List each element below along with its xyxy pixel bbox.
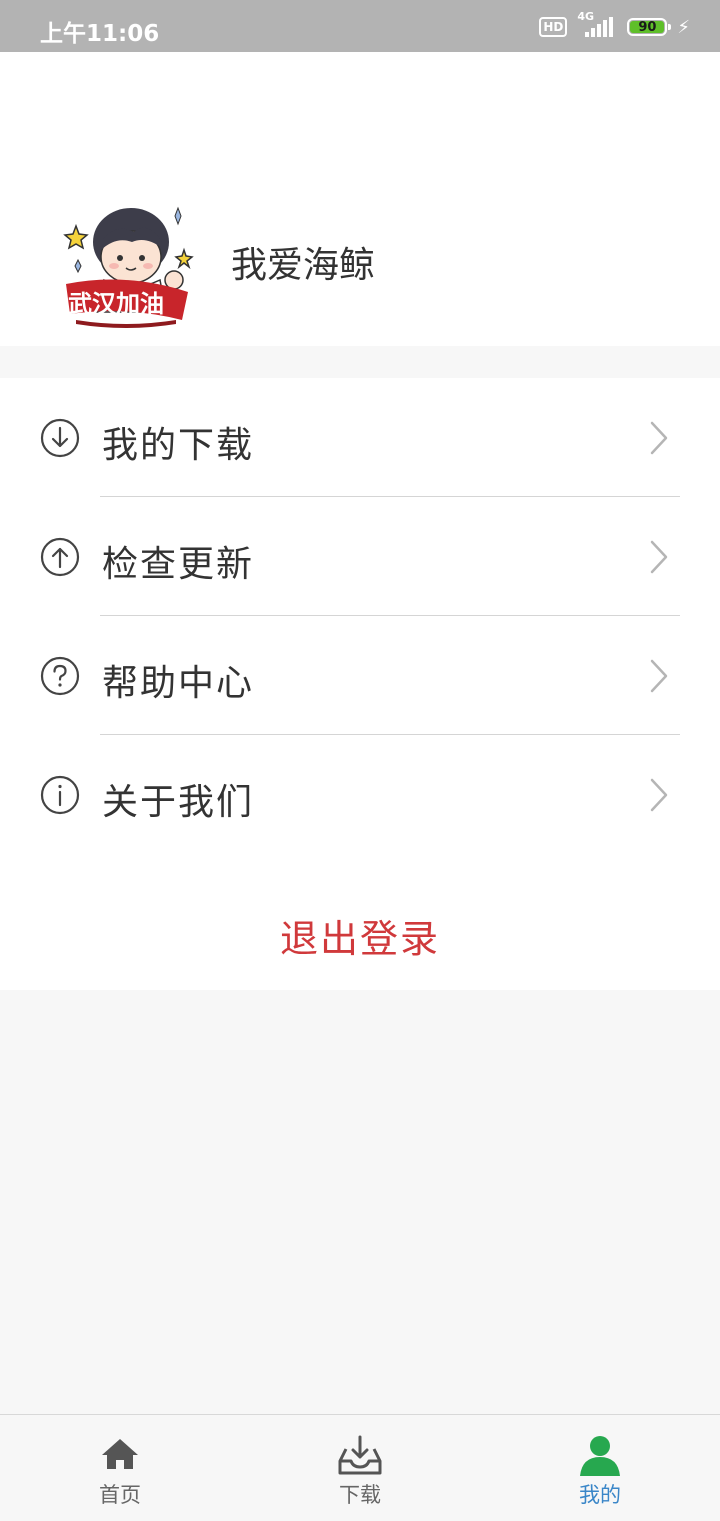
tab-label: 下载: [339, 1483, 381, 1507]
tab-download[interactable]: 下载: [240, 1415, 480, 1521]
avatar-caption: 武汉加油: [68, 290, 164, 318]
bottom-tab-bar: 首页 下载 我的: [0, 1414, 720, 1521]
tab-home[interactable]: 首页: [0, 1415, 240, 1521]
battery-icon: 90: [627, 18, 672, 36]
chevron-right-icon: [650, 421, 668, 455]
avatar[interactable]: 武汉加油: [56, 202, 196, 332]
charging-icon: ⚡: [677, 16, 690, 38]
settings-menu: 我的下载 检查更新 帮助中心 关于我们 退出登录: [0, 378, 720, 990]
download-circle-icon: [40, 418, 80, 458]
username: 我爱海鲸: [231, 245, 376, 286]
menu-item-about-us[interactable]: 关于我们: [0, 735, 720, 854]
upload-circle-icon: [40, 537, 80, 577]
tab-label: 首页: [99, 1483, 141, 1507]
inbox-download-icon: [338, 1435, 382, 1475]
status-time: 上午11:06: [40, 21, 160, 47]
profile-header: 武汉加油 我爱海鲸: [0, 52, 720, 346]
signal-icon: 4G: [577, 10, 617, 40]
tab-mine[interactable]: 我的: [480, 1415, 720, 1521]
home-icon: [102, 1439, 138, 1469]
menu-item-label: 我的下载: [102, 425, 255, 466]
menu-item-my-downloads[interactable]: 我的下载: [0, 378, 720, 497]
hd-badge: HD: [539, 17, 568, 37]
chevron-right-icon: [650, 778, 668, 812]
person-icon: [580, 1436, 620, 1476]
menu-item-check-update[interactable]: 检查更新: [0, 497, 720, 616]
status-bar: 上午11:06 HD 4G 90 ⚡: [0, 0, 720, 52]
battery-level: 90: [630, 21, 665, 34]
status-icons: HD 4G 90 ⚡: [539, 10, 690, 40]
chevron-right-icon: [650, 659, 668, 693]
menu-item-label: 帮助中心: [102, 663, 255, 704]
logout-button[interactable]: 退出登录: [0, 908, 720, 963]
tab-label: 我的: [579, 1483, 621, 1507]
chevron-right-icon: [650, 540, 668, 574]
menu-item-label: 关于我们: [102, 782, 255, 823]
info-circle-icon: [40, 775, 80, 815]
help-circle-icon: [40, 656, 80, 696]
menu-item-help-center[interactable]: 帮助中心: [0, 616, 720, 735]
menu-item-label: 检查更新: [102, 544, 255, 585]
